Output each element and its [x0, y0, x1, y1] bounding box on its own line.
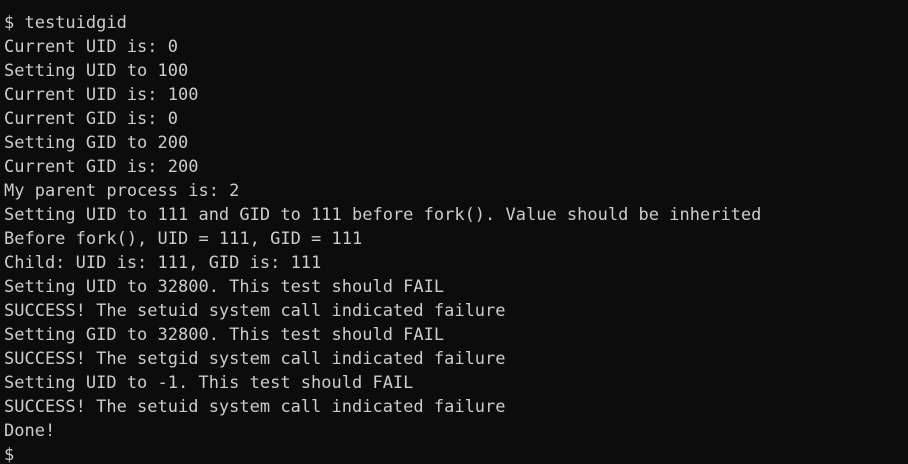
terminal-line: Before fork(), UID = 111, GID = 111	[4, 229, 363, 249]
terminal-output: $ testuidgid Current UID is: 0 Setting UID…	[4, 11, 908, 443]
command-prompt[interactable]: $	[4, 443, 908, 464]
terminal-line: Done!	[4, 421, 56, 441]
terminal-line: Setting UID to 100	[4, 61, 189, 81]
terminal-line: Child: UID is: 111, GID is: 111	[4, 253, 322, 273]
terminal-line: Current UID is: 100	[4, 85, 199, 105]
terminal-line: SUCCESS! The setgid system call indicate…	[4, 349, 506, 369]
terminal-line: Current UID is: 0	[4, 37, 178, 57]
prompt-symbol: $	[4, 445, 15, 464]
terminal-line: SUCCESS! The setuid system call indicate…	[4, 301, 506, 321]
terminal-line: $ testuidgid	[4, 13, 127, 33]
text-cursor	[14, 445, 24, 464]
terminal-line: Current GID is: 200	[4, 157, 199, 177]
terminal-line: My parent process is: 2	[4, 181, 240, 201]
terminal-line: SUCCESS! The setuid system call indicate…	[4, 397, 506, 417]
terminal-line: Setting UID to -1. This test should FAIL	[4, 373, 414, 393]
terminal-line: Setting UID to 111 and GID to 111 before…	[4, 205, 762, 225]
terminal-window[interactable]: $ testuidgid Current UID is: 0 Setting UID…	[0, 0, 908, 464]
terminal-line: Setting GID to 200	[4, 133, 189, 153]
terminal-line: Setting GID to 32800. This test should F…	[4, 325, 445, 345]
terminal-line: Current GID is: 0	[4, 109, 178, 129]
terminal-line: Setting UID to 32800. This test should F…	[4, 277, 445, 297]
